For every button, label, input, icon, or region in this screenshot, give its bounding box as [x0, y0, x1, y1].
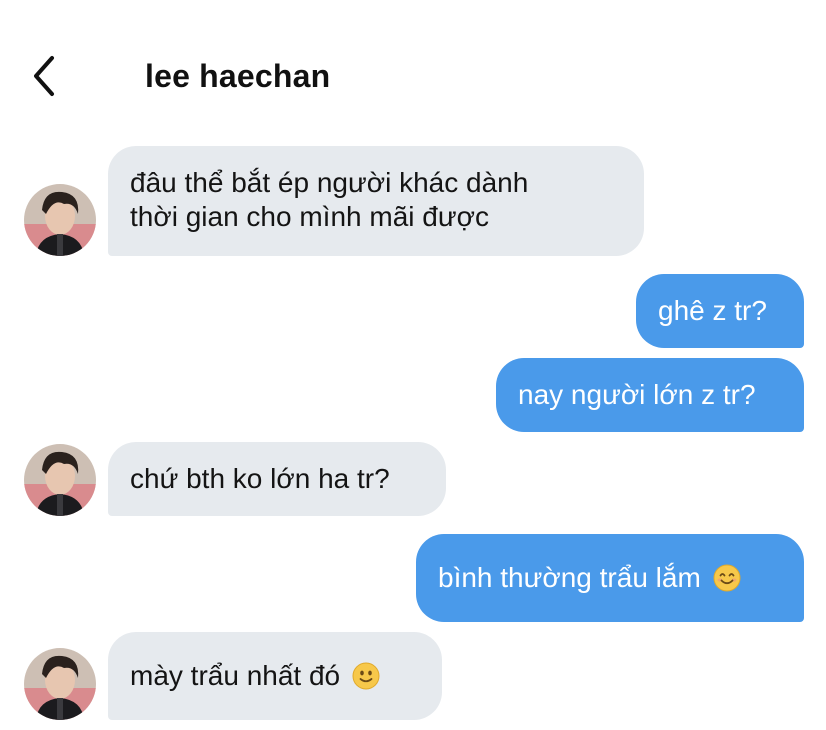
- chevron-left-icon: [30, 54, 58, 98]
- contact-name[interactable]: lee haechan: [145, 56, 330, 96]
- back-button[interactable]: [22, 50, 66, 102]
- message-bubble-outgoing[interactable]: nay người lớn z tr?: [496, 358, 804, 432]
- message-bubble-outgoing[interactable]: ghê z tr?: [636, 274, 804, 348]
- message-bubble-incoming[interactable]: đâu thể bắt ép người khác dành thời gian…: [108, 146, 644, 256]
- message-bubble-incoming[interactable]: mày trẩu nhất đó: [108, 632, 442, 720]
- message-bubble-incoming[interactable]: chứ bth ko lớn ha tr?: [108, 442, 446, 516]
- message-text: ghê z tr?: [658, 295, 767, 326]
- avatar[interactable]: [24, 444, 96, 516]
- avatar[interactable]: [24, 184, 96, 256]
- smiling-face-icon: [713, 564, 741, 592]
- chat-screen: lee haechan đâu thể bắt ép người khác dà…: [0, 0, 826, 730]
- avatar[interactable]: [24, 648, 96, 720]
- message-text: mày trẩu nhất đó: [130, 660, 341, 691]
- message-text: chứ bth ko lớn ha tr?: [130, 463, 390, 494]
- chat-header: lee haechan: [0, 0, 826, 140]
- message-text-line: thời gian cho mình mãi được: [130, 201, 489, 232]
- message-text: bình thường trẩu lắm: [438, 562, 701, 593]
- message-text-line: đâu thể bắt ép người khác dành: [130, 167, 529, 198]
- slightly-smiling-face-icon: [352, 662, 380, 690]
- message-bubble-outgoing[interactable]: bình thường trẩu lắm: [416, 534, 804, 622]
- message-text: nay người lớn z tr?: [518, 379, 756, 410]
